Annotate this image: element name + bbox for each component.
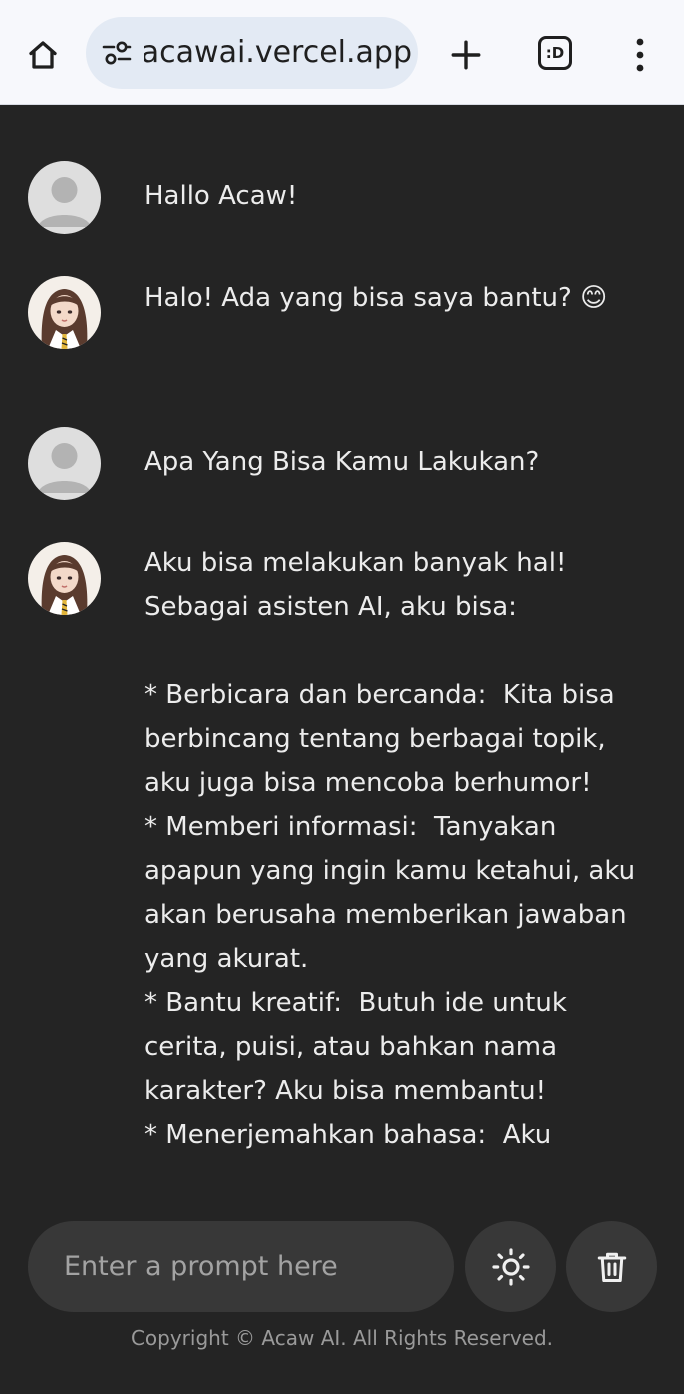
theme-toggle-button[interactable] bbox=[465, 1221, 556, 1312]
chat-area[interactable]: Hallo Acaw! Halo! Ada yang bisa saya ban… bbox=[0, 105, 684, 1195]
sun-icon bbox=[491, 1247, 530, 1286]
home-button[interactable] bbox=[20, 32, 66, 78]
person-icon bbox=[38, 443, 91, 493]
user-avatar bbox=[28, 427, 101, 500]
more-vertical-icon bbox=[636, 38, 644, 72]
browser-toolbar: acawai.vercel.app :D bbox=[0, 0, 684, 105]
plus-icon bbox=[451, 40, 481, 70]
home-icon bbox=[29, 41, 57, 69]
tab-switcher-icon: :D bbox=[538, 36, 572, 70]
browser-menu-button[interactable] bbox=[624, 34, 656, 76]
new-tab-button[interactable] bbox=[443, 32, 489, 78]
assistant-avatar bbox=[28, 542, 101, 615]
chat-message-assistant: Aku bisa melakukan banyak hal! Sebagai a… bbox=[144, 548, 636, 1150]
trash-icon bbox=[597, 1252, 626, 1282]
chat-message-assistant: Halo! Ada yang bisa saya bantu? 😊 bbox=[144, 283, 608, 313]
anime-girl-avatar-icon bbox=[41, 289, 88, 349]
person-icon bbox=[38, 177, 91, 227]
chat-message-user: Apa Yang Bisa Kamu Lakukan? bbox=[144, 447, 540, 477]
copyright-footer: Copyright © Acaw AI. All Rights Reserved… bbox=[130, 1326, 554, 1350]
prompt-box[interactable] bbox=[28, 1221, 454, 1312]
delete-chat-button[interactable] bbox=[566, 1221, 657, 1312]
assistant-avatar bbox=[28, 276, 101, 349]
tune-icon[interactable] bbox=[102, 40, 132, 66]
tab-switcher-button[interactable]: :D bbox=[534, 32, 576, 74]
chat-message-user: Hallo Acaw! bbox=[144, 181, 298, 211]
user-avatar bbox=[28, 161, 101, 234]
url-text[interactable]: acawai.vercel.app bbox=[144, 35, 412, 71]
prompt-input[interactable] bbox=[64, 1251, 434, 1282]
anime-girl-avatar-icon bbox=[41, 555, 88, 615]
address-bar[interactable]: acawai.vercel.app bbox=[86, 17, 418, 89]
